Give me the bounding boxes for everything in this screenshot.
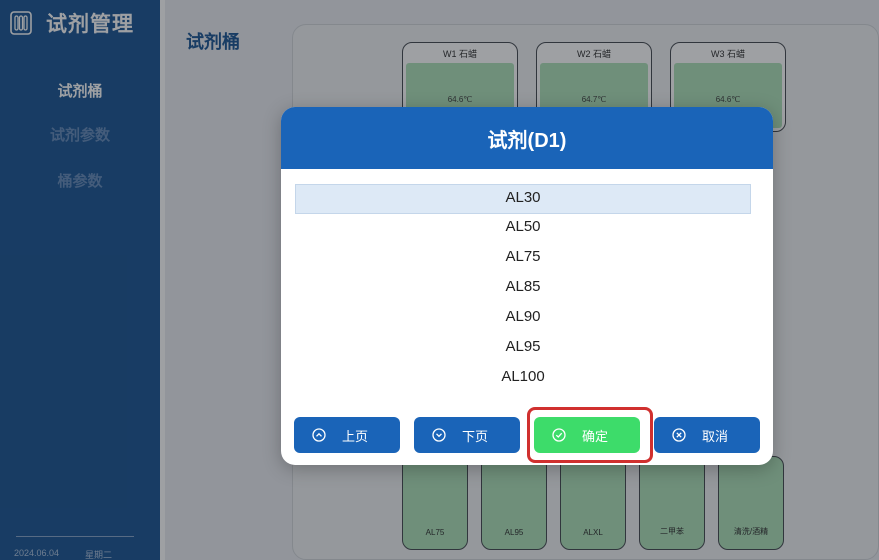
reagent-option[interactable]: AL50 [295, 214, 751, 244]
next-page-label: 下页 [461, 428, 488, 444]
dialog-title: 试剂(D1) [281, 107, 773, 169]
prev-page-label: 上页 [341, 428, 368, 444]
next-page-button[interactable]: 下页 [414, 417, 520, 453]
reagent-option[interactable]: AL75 [295, 244, 751, 274]
reagent-option[interactable]: AL100 [295, 364, 751, 394]
confirm-highlight-box [527, 407, 653, 463]
chevron-up-circle-icon [312, 428, 326, 442]
reagent-option[interactable]: AL85 [295, 274, 751, 304]
cancel-button[interactable]: 取消 [654, 417, 760, 453]
reagent-option[interactable]: AL95 [295, 334, 751, 364]
reagent-option[interactable]: AL90 [295, 304, 751, 334]
cancel-label: 取消 [701, 428, 728, 444]
reagent-option-selected[interactable]: AL30 [295, 184, 751, 214]
reagent-option-list: AL30 AL50 AL75 AL85 AL90 AL95 AL100 [295, 184, 751, 394]
close-circle-icon [672, 428, 686, 442]
chevron-down-circle-icon [432, 428, 446, 442]
prev-page-button[interactable]: 上页 [294, 417, 400, 453]
